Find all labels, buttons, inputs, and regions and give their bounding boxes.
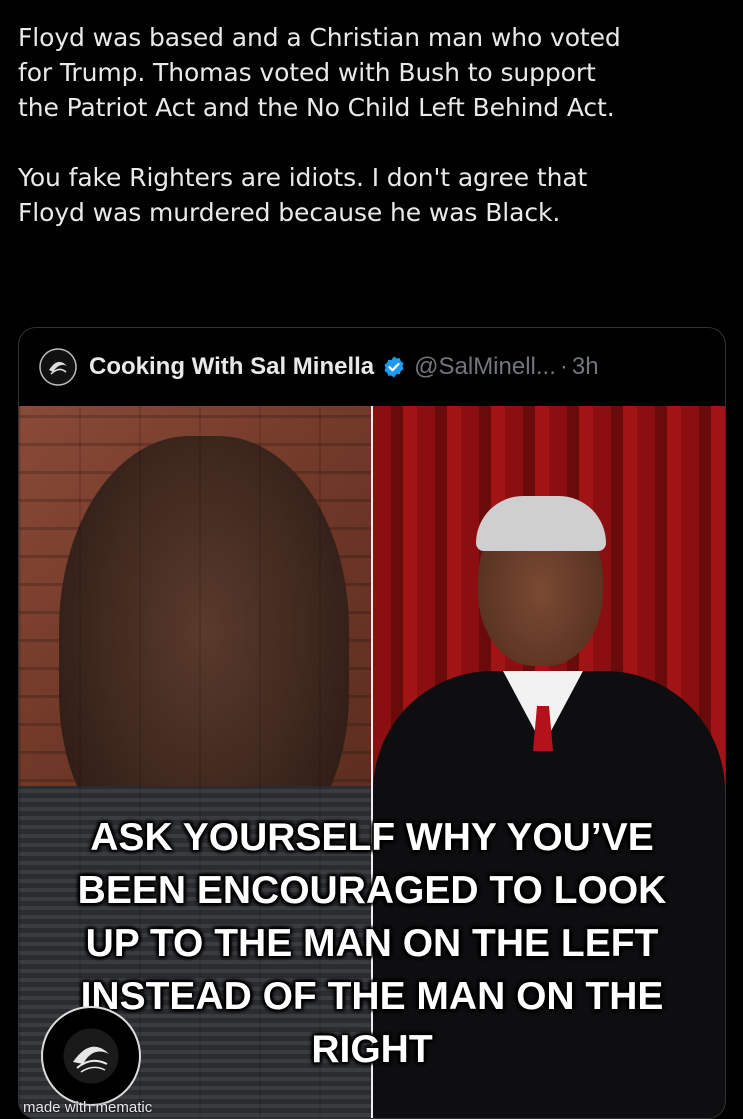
quoted-display-name[interactable]: Cooking With Sal Minella: [89, 353, 374, 381]
quoted-timestamp[interactable]: 3h: [572, 353, 599, 381]
tweet-paragraph-1: Floyd was based and a Christian man who …: [18, 23, 621, 122]
sal-minella-logo-icon: [39, 348, 77, 386]
mematic-watermark: made with mematic: [23, 1099, 153, 1116]
meme-image[interactable]: ASK YOURSELF WHY YOU’VE BEEN ENCOURAGED …: [19, 406, 725, 1118]
caption-line-3: UP TO THE MAN ON THE LEFT: [85, 922, 659, 965]
caption-line-2: BEEN ENCOURAGED TO LOOK: [77, 869, 667, 912]
tweet-paragraph-2: You fake Righters are idiots. I don't ag…: [18, 163, 588, 227]
sal-minella-watermark-logo: [41, 1006, 141, 1106]
avatar[interactable]: [39, 348, 77, 386]
right-person-hair: [476, 496, 606, 551]
caption-line-1: ASK YOURSELF WHY YOU’VE: [90, 816, 654, 859]
tweet-text: Floyd was based and a Christian man who …: [18, 20, 730, 230]
quoted-handle[interactable]: @SalMinell...: [414, 353, 556, 381]
verified-badge-icon: [384, 356, 404, 378]
quoted-tweet-card[interactable]: Cooking With Sal Minella @SalMinell... ·…: [18, 327, 726, 1119]
quoted-tweet-header: Cooking With Sal Minella @SalMinell... ·…: [19, 328, 725, 406]
left-person-figure: [59, 436, 349, 866]
caption-line-4: INSTEAD OF THE MAN ON THE: [80, 975, 664, 1018]
swirl-logo-icon: [73, 1046, 109, 1073]
separator-dot: ·: [559, 353, 568, 380]
